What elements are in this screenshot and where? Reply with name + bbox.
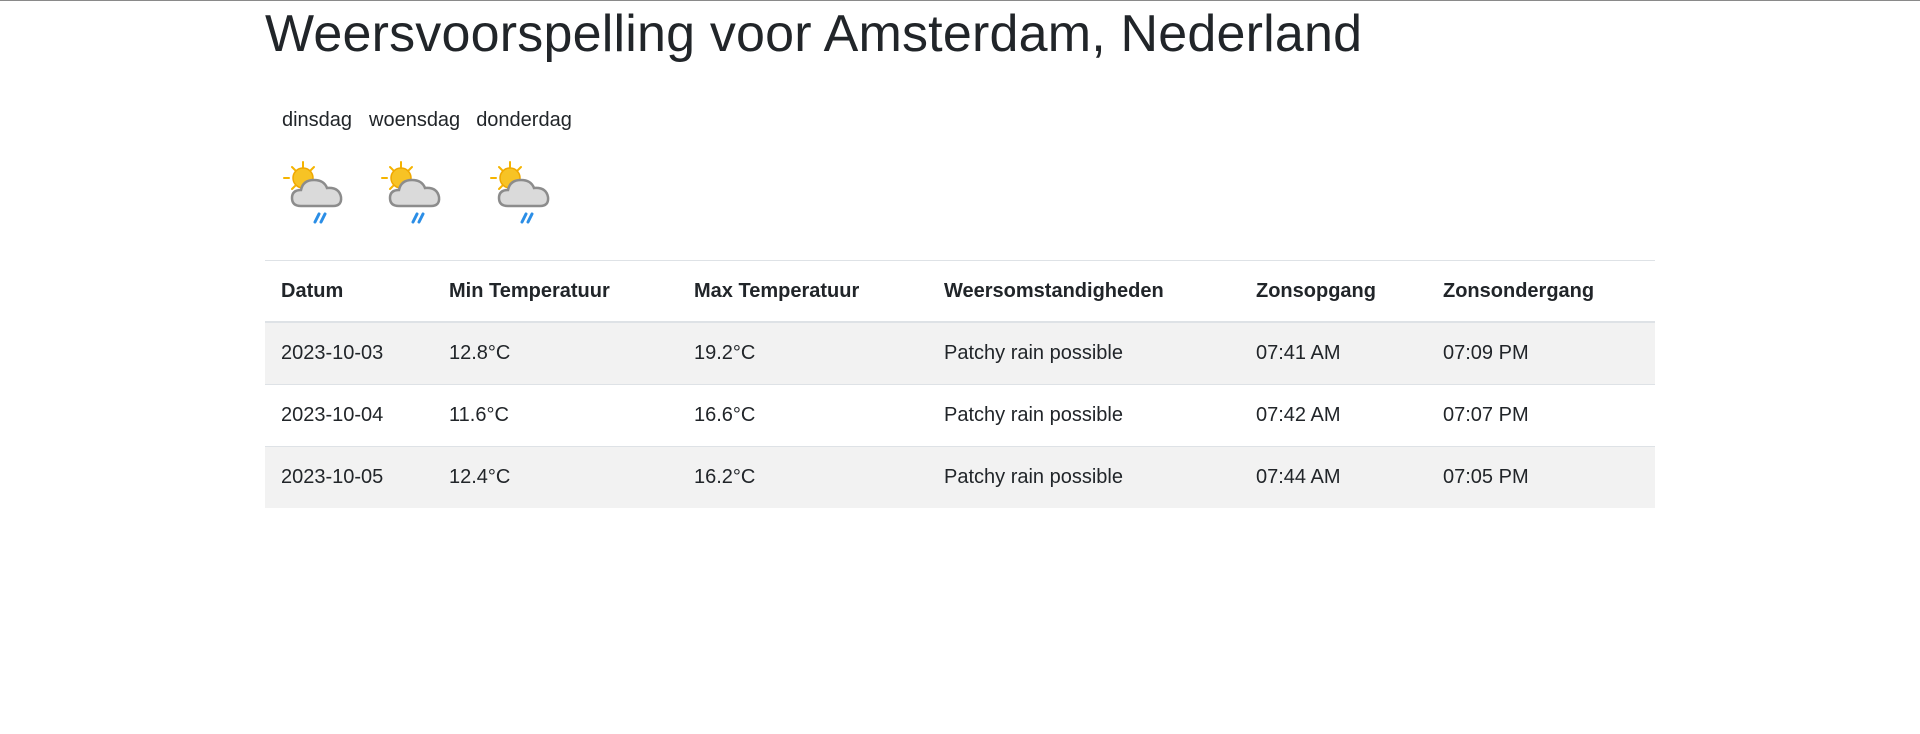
cell-sunset: 07:07 PM <box>1427 384 1655 447</box>
header-sunrise: Zonsopgang <box>1240 260 1427 323</box>
forecast-day: dinsdag <box>265 108 361 230</box>
cell-min-temp: 11.6°C <box>433 384 678 447</box>
cell-max-temp: 16.6°C <box>678 384 928 447</box>
patchy-rain-icon <box>380 161 440 224</box>
patchy-rain-icon <box>490 161 550 224</box>
cell-min-temp: 12.4°C <box>433 446 678 508</box>
cell-max-temp: 16.2°C <box>678 446 928 508</box>
header-min-temp: Min Temperatuur <box>433 260 678 323</box>
cell-sunrise: 07:44 AM <box>1240 446 1427 508</box>
header-datum: Datum <box>265 260 433 323</box>
cell-sunset: 07:09 PM <box>1427 321 1655 385</box>
table-header-row: Datum Min Temperatuur Max Temperatuur We… <box>265 260 1655 323</box>
page-container: Weersvoorspelling voor Amsterdam, Nederl… <box>265 0 1655 508</box>
cell-sunset: 07:05 PM <box>1427 446 1655 508</box>
header-conditions: Weersomstandigheden <box>928 260 1240 323</box>
forecast-day: woensdag <box>361 108 468 230</box>
patchy-rain-icon <box>283 161 343 224</box>
cell-sunrise: 07:42 AM <box>1240 384 1427 447</box>
cell-date: 2023-10-05 <box>265 446 433 508</box>
cell-date: 2023-10-03 <box>265 321 433 385</box>
cell-conditions: Patchy rain possible <box>928 384 1240 447</box>
forecast-day-label: donderdag <box>476 109 572 131</box>
forecast-day-list: dinsdag woensdag donderdag <box>265 108 1655 230</box>
cell-date: 2023-10-04 <box>265 384 433 447</box>
cell-min-temp: 12.8°C <box>433 321 678 385</box>
cell-sunrise: 07:41 AM <box>1240 321 1427 385</box>
table-row: 2023-10-05 12.4°C 16.2°C Patchy rain pos… <box>265 446 1655 508</box>
cell-conditions: Patchy rain possible <box>928 446 1240 508</box>
forecast-table: Datum Min Temperatuur Max Temperatuur We… <box>265 260 1655 508</box>
page-title: Weersvoorspelling voor Amsterdam, Nederl… <box>265 5 1363 63</box>
table-row: 2023-10-04 11.6°C 16.6°C Patchy rain pos… <box>265 384 1655 447</box>
forecast-day-label: woensdag <box>369 109 461 131</box>
cell-conditions: Patchy rain possible <box>928 321 1240 385</box>
header-sunset: Zonsondergang <box>1427 260 1655 323</box>
forecast-day-label: dinsdag <box>281 109 353 131</box>
table-header: Datum Min Temperatuur Max Temperatuur We… <box>265 260 1655 323</box>
table-body: 2023-10-03 12.8°C 19.2°C Patchy rain pos… <box>265 321 1655 508</box>
cell-max-temp: 19.2°C <box>678 321 928 385</box>
forecast-day: donderdag <box>468 108 580 230</box>
table-row: 2023-10-03 12.8°C 19.2°C Patchy rain pos… <box>265 321 1655 385</box>
header-max-temp: Max Temperatuur <box>678 260 928 323</box>
